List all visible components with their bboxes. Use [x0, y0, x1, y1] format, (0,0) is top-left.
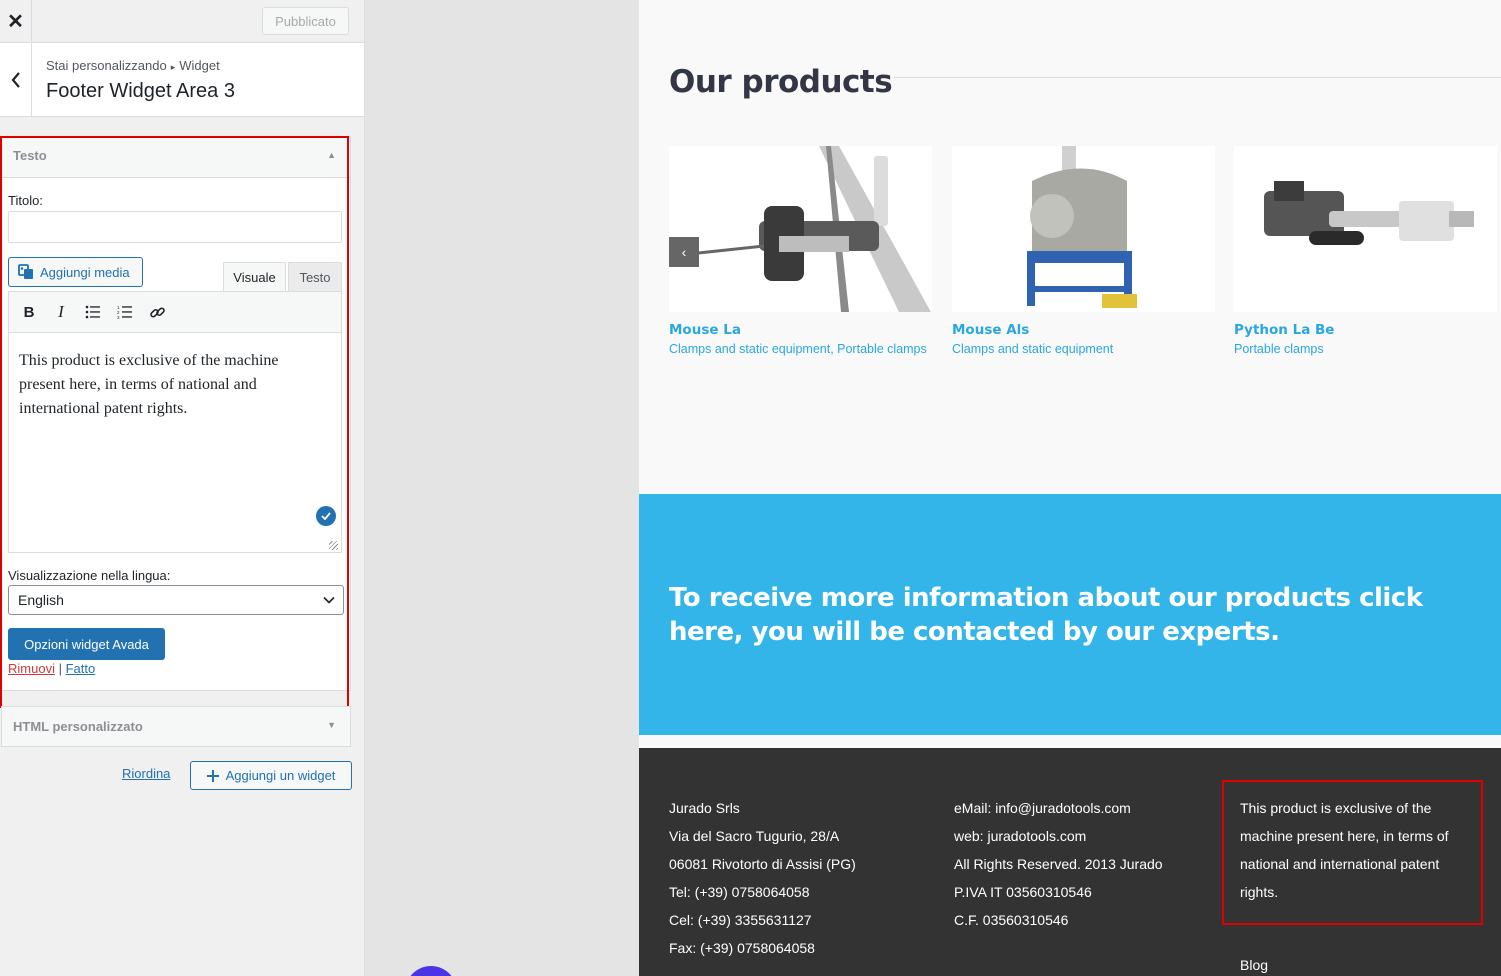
- product-image[interactable]: [1234, 146, 1497, 312]
- text-widget-title: Testo: [13, 148, 47, 163]
- product-card[interactable]: Mouse Als Clamps and static equipment: [952, 146, 1215, 356]
- numbered-list-icon[interactable]: 123: [111, 298, 139, 326]
- footer-line: P.IVA IT 03560310546: [954, 884, 1092, 900]
- editor-statusbar: [8, 532, 342, 553]
- section-spacer: [639, 735, 1501, 748]
- footer-line: C.F. 03560310546: [954, 912, 1069, 928]
- product-image[interactable]: [669, 146, 932, 312]
- italic-icon[interactable]: I: [47, 298, 75, 326]
- add-widget-button[interactable]: Aggiungi un widget: [190, 761, 352, 790]
- footer-line: Jurado Srls: [669, 800, 740, 816]
- breadcrumb-separator: ▸: [170, 62, 176, 72]
- plus-icon: [206, 769, 219, 782]
- close-icon[interactable]: ✕: [0, 0, 32, 43]
- product-name[interactable]: Python La Be: [1234, 322, 1497, 338]
- product-categories[interactable]: Clamps and static equipment: [952, 342, 1215, 356]
- footer-line: Fax: (+39) 0758064058: [669, 940, 815, 956]
- bullet-list-icon[interactable]: [79, 298, 107, 326]
- breadcrumb-parent: Stai personalizzando: [46, 58, 167, 73]
- title-label: Titolo:: [8, 193, 43, 208]
- done-link[interactable]: Fatto: [66, 661, 96, 676]
- breadcrumb-current: Widget: [179, 58, 220, 73]
- tab-text[interactable]: Testo: [288, 262, 342, 292]
- product-card[interactable]: Mouse La Clamps and static equipment, Po…: [669, 146, 932, 356]
- footer-line: web: juradotools.com: [954, 828, 1087, 844]
- product-categories[interactable]: Portable clamps: [1234, 342, 1497, 356]
- add-media-button[interactable]: Aggiungi media: [8, 257, 143, 287]
- footer-line: eMail: info@juradotools.com: [954, 800, 1131, 816]
- check-icon: [316, 506, 336, 526]
- language-select-value: English: [18, 592, 64, 608]
- expand-arrow-icon[interactable]: ▼: [327, 720, 336, 730]
- site-footer: Jurado Srls Via del Sacro Tugurio, 28/A …: [639, 748, 1501, 976]
- footer-line: Cel: (+39) 3355631127: [669, 912, 812, 928]
- product-name[interactable]: Mouse Als: [952, 322, 1215, 338]
- footer-column-contact: Jurado Srls Via del Sacro Tugurio, 28/A …: [669, 794, 856, 962]
- language-select[interactable]: English: [8, 585, 344, 615]
- section-header: Stai personalizzando ▸ Widget Footer Widge…: [0, 43, 364, 117]
- back-button[interactable]: [0, 43, 32, 116]
- actions-separator: |: [58, 661, 62, 676]
- published-button[interactable]: Pubblicato: [262, 7, 349, 35]
- language-label: Visualizzazione nella lingua:: [8, 568, 171, 583]
- breadcrumb: Stai personalizzando ▸ Widget: [46, 58, 220, 73]
- tab-visual[interactable]: Visuale: [223, 262, 286, 292]
- svg-text:3: 3: [117, 315, 120, 319]
- cta-banner[interactable]: To receive more information about our pr…: [639, 494, 1501, 735]
- remove-link[interactable]: Rimuovi: [8, 661, 55, 676]
- product-name[interactable]: Mouse La: [669, 322, 932, 338]
- product-card[interactable]: Python La Be Portable clamps: [1234, 146, 1497, 356]
- title-input[interactable]: [8, 211, 342, 243]
- preview-gutter: [365, 0, 639, 976]
- footer-line: Via del Sacro Tugurio, 28/A: [669, 828, 840, 844]
- footer-blog-link[interactable]: Blog: [1240, 957, 1268, 973]
- resize-handle-icon[interactable]: [329, 541, 338, 550]
- avada-options-button[interactable]: Opzioni widget Avada: [8, 628, 165, 660]
- heading-divider: [894, 77, 1501, 78]
- footer-line: All Rights Reserved. 2013 Jurado: [954, 856, 1163, 872]
- text-widget: Testo ▲ Titolo: Aggiungi media Visuale T…: [1, 136, 351, 691]
- media-icon: [18, 264, 33, 279]
- collapse-arrow-icon[interactable]: ▲: [327, 150, 336, 160]
- customizer-header: ✕ Pubblicato: [0, 0, 364, 43]
- footer-column-info: eMail: info@juradotools.com web: juradot…: [954, 794, 1163, 934]
- footer-widget-text: This product is exclusive of the machine…: [1240, 800, 1449, 900]
- section-title: Footer Widget Area 3: [46, 80, 235, 102]
- footer-line: Tel: (+39) 0758064058: [669, 884, 810, 900]
- products-heading: Our products: [669, 64, 893, 100]
- add-widget-label: Aggiungi un widget: [225, 768, 336, 783]
- text-widget-header[interactable]: Testo ▲: [2, 137, 350, 178]
- cta-text[interactable]: To receive more information about our pr…: [669, 581, 1479, 649]
- html-widget-title: HTML personalizzato: [13, 719, 143, 734]
- floating-action-button[interactable]: [405, 966, 457, 976]
- link-icon[interactable]: [143, 298, 171, 326]
- customizer-panel: ✕ Pubblicato Stai personalizzando ▸ Widget…: [0, 0, 365, 976]
- footer-line: 06081 Rivotorto di Assisi (PG): [669, 856, 856, 872]
- editor-area[interactable]: This product is exclusive of the machine…: [8, 332, 342, 533]
- editor-toolbar: B I 123: [8, 291, 342, 333]
- widget-actions: Rimuovi | Fatto: [8, 661, 95, 676]
- product-categories[interactable]: Clamps and static equipment, Portable cl…: [669, 342, 932, 356]
- bold-icon[interactable]: B: [15, 298, 43, 326]
- chevron-left-icon: [11, 71, 20, 88]
- editor-content[interactable]: This product is exclusive of the machine…: [19, 349, 324, 421]
- add-media-label: Aggiungi media: [40, 264, 130, 280]
- site-preview: Our products Mouse La Clamps and static …: [639, 0, 1501, 976]
- html-widget[interactable]: HTML personalizzato ▼: [1, 706, 351, 747]
- chevron-down-icon: [323, 596, 335, 604]
- carousel-prev-icon[interactable]: ‹: [669, 237, 699, 267]
- product-image[interactable]: [952, 146, 1215, 312]
- reorder-link[interactable]: Riordina: [122, 766, 170, 781]
